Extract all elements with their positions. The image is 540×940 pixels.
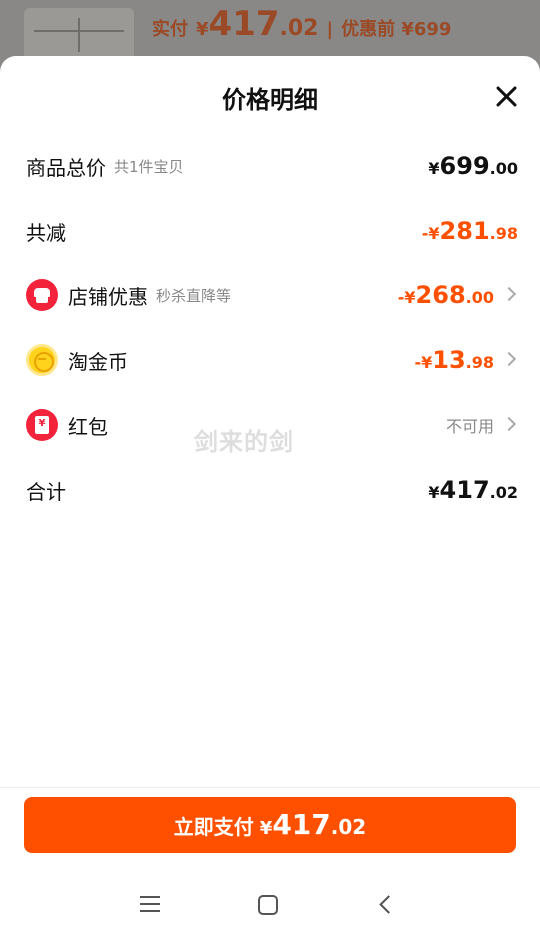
home-icon[interactable]	[258, 895, 278, 915]
row-sum: 合计 ¥417.02	[26, 470, 518, 510]
shop-icon	[26, 279, 58, 311]
red-envelope-status: 不可用	[445, 417, 494, 436]
row-gold-coin[interactable]: 淘金币 -¥ 13.98	[26, 340, 518, 380]
system-nav-bar	[0, 876, 540, 940]
amount-dec: .02	[489, 483, 518, 502]
amount-int: 268	[415, 281, 466, 309]
sheet-title: 价格明细	[222, 86, 318, 114]
sum-label: 合计	[26, 479, 66, 504]
goods-total-amount: ¥699.00	[428, 152, 518, 180]
amount-dec: .00	[465, 288, 494, 307]
shop-discount-label: 店铺优惠	[68, 284, 148, 309]
row-total-reduction: 共减 -¥ 281.98	[26, 211, 518, 251]
amount-yen: -¥	[421, 224, 440, 243]
reduction-amount: -¥ 281.98	[422, 217, 518, 245]
chevron-right-icon	[501, 351, 517, 367]
pay-button-label: 立即支付	[173, 815, 254, 839]
amount-yen: ¥	[428, 159, 440, 178]
bg-price-dec: .02	[279, 16, 319, 41]
bg-price-yen: ¥	[196, 19, 209, 40]
sum-amount: ¥417.02	[428, 476, 518, 504]
amount-dec: .98	[489, 224, 518, 243]
footer-divider	[0, 787, 540, 788]
pay-button-yen: ¥	[259, 818, 273, 839]
row-shop-discount[interactable]: 店铺优惠 秒杀直降等 -¥ 268.00	[26, 275, 518, 315]
pay-now-button[interactable]: 立即支付 ¥ 417 .02	[24, 797, 516, 853]
amount-dec: .98	[465, 353, 494, 372]
amount-int: 13	[432, 346, 466, 374]
red-envelope-label: 红包	[68, 414, 108, 439]
shop-discount-amount: -¥ 268.00	[398, 281, 494, 309]
bg-price-int: 417	[208, 4, 280, 44]
amount-dec: .00	[489, 159, 518, 178]
gold-coin-amount: -¥ 13.98	[414, 346, 494, 374]
chevron-right-icon	[501, 416, 517, 432]
bg-separator: |	[326, 19, 334, 40]
amount-yen: -¥	[414, 353, 433, 372]
pay-button-int: 417	[272, 808, 331, 841]
reduction-label: 共减	[26, 220, 66, 245]
gold-coin-icon	[26, 344, 58, 376]
amount-yen: -¥	[397, 288, 416, 307]
amount-int: 281	[439, 217, 490, 245]
price-detail-sheet: 价格明细 商品总价 共1件宝贝 ¥699.00 共减 -¥ 281.98 店铺优惠…	[0, 56, 540, 940]
row-goods-total: 商品总价 共1件宝贝 ¥699.00	[26, 146, 518, 186]
amount-int: 699	[439, 152, 490, 180]
bg-price-label: 实付	[152, 19, 188, 40]
bg-original-price: 优惠前 ¥699	[341, 19, 452, 40]
goods-total-count: 共1件宝贝	[114, 157, 184, 176]
pay-button-dec: .02	[330, 815, 367, 839]
back-icon[interactable]	[379, 895, 398, 914]
chevron-right-icon	[501, 286, 517, 302]
menu-icon[interactable]	[140, 896, 160, 912]
background-price: 实付 ¥ 417 .02 | 优惠前 ¥699	[152, 4, 451, 44]
amount-yen: ¥	[428, 483, 440, 502]
shop-discount-note: 秒杀直降等	[156, 286, 232, 305]
gold-coin-label: 淘金币	[68, 349, 128, 374]
close-icon[interactable]	[494, 84, 518, 108]
amount-int: 417	[439, 476, 490, 504]
red-envelope-icon	[26, 409, 58, 441]
goods-total-label: 商品总价	[26, 155, 106, 180]
watermark: 剑来的剑	[194, 428, 294, 456]
